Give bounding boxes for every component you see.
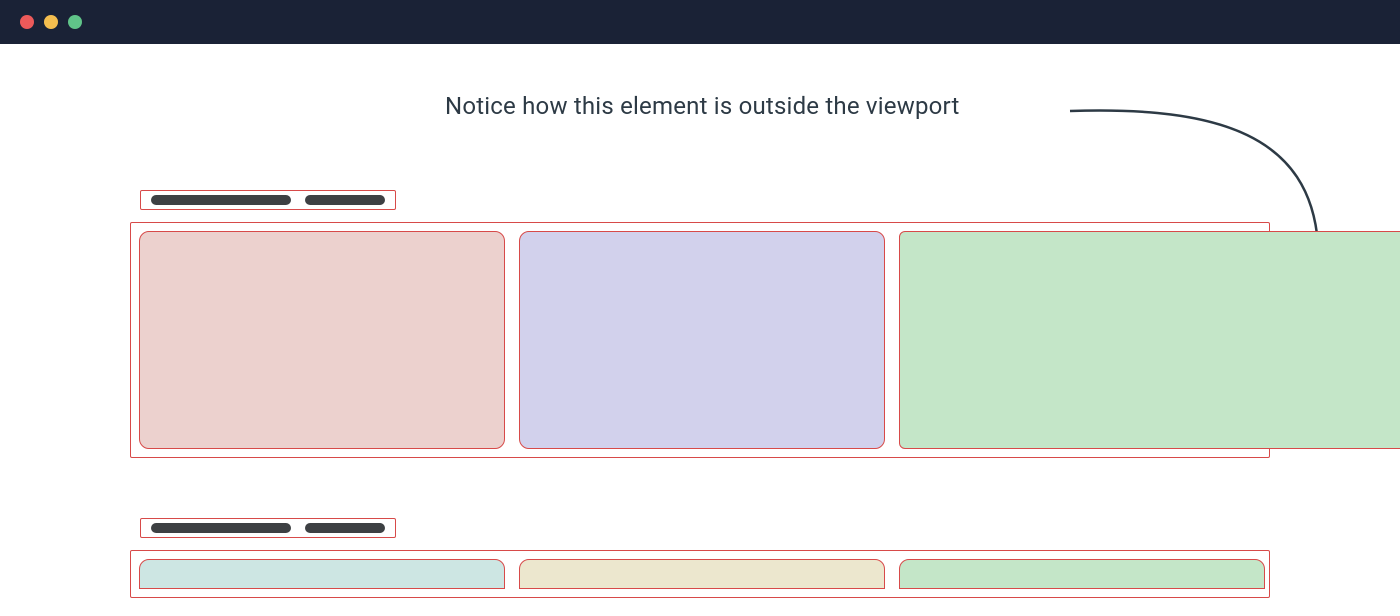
browser-window: Notice how this element is outside the v… — [0, 0, 1400, 616]
card-teal[interactable] — [139, 559, 505, 589]
close-icon[interactable] — [20, 15, 34, 29]
title-skeleton-bar — [305, 523, 385, 533]
section-title-placeholder — [140, 518, 396, 538]
card-green-2[interactable] — [899, 559, 1265, 589]
card-green-overflowing[interactable] — [899, 231, 1400, 449]
title-skeleton-bar — [151, 195, 291, 205]
card-row — [130, 222, 1270, 458]
window-titlebar — [0, 0, 1400, 44]
title-skeleton-bar — [305, 195, 385, 205]
card-lilac[interactable] — [519, 231, 885, 449]
card-row — [130, 550, 1270, 598]
card-pink[interactable] — [139, 231, 505, 449]
minimize-icon[interactable] — [44, 15, 58, 29]
card-cream[interactable] — [519, 559, 885, 589]
annotation-text: Notice how this element is outside the v… — [445, 92, 960, 120]
zoom-icon[interactable] — [68, 15, 82, 29]
page-content — [130, 190, 1400, 598]
title-skeleton-bar — [151, 523, 291, 533]
section-title-placeholder — [140, 190, 396, 210]
